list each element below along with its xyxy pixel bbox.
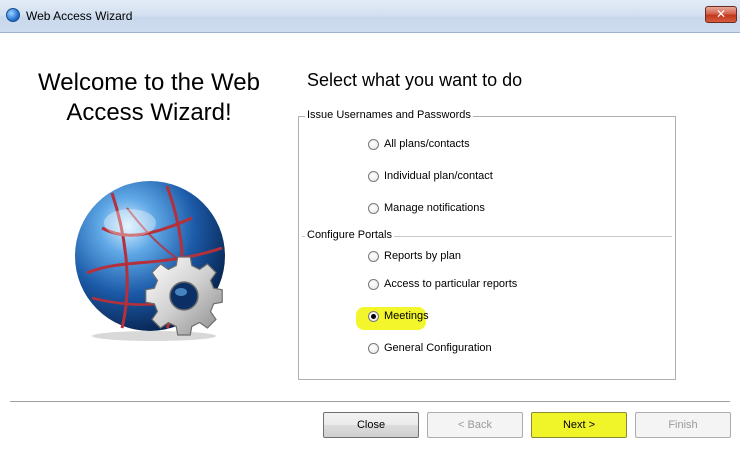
radio-label: Reports by plan <box>384 250 462 262</box>
welcome-line-2: Access Wizard! <box>66 99 232 126</box>
radio-meetings[interactable]: Meetings <box>368 308 429 324</box>
group-caption-issue: Issue Usernames and Passwords <box>305 109 473 121</box>
radio-label: Meetings <box>384 310 429 322</box>
radio-button[interactable] <box>368 170 379 182</box>
radio-all-plans[interactable]: All plans/contacts <box>368 136 470 152</box>
radio-manage-notifications[interactable]: Manage notifications <box>368 200 485 216</box>
radio-label: All plans/contacts <box>384 138 470 150</box>
radio-general-configuration[interactable]: General Configuration <box>368 340 492 356</box>
radio-label: Individual plan/contact <box>384 170 493 182</box>
radio-button[interactable] <box>368 250 379 262</box>
app-globe-icon <box>6 8 20 22</box>
radio-button[interactable] <box>368 342 379 354</box>
next-button[interactable]: Next > <box>531 412 627 438</box>
finish-button[interactable]: Finish <box>635 412 731 438</box>
radio-button[interactable] <box>368 202 379 214</box>
window-title: Web Access Wizard <box>26 9 133 23</box>
radio-button-checked[interactable] <box>368 310 379 322</box>
radio-individual-plan[interactable]: Individual plan/contact <box>368 168 493 184</box>
radio-button[interactable] <box>368 138 379 150</box>
radio-label: Access to particular reports <box>384 278 518 290</box>
bottom-divider <box>10 401 730 403</box>
group-caption-configure: Configure Portals <box>305 229 394 241</box>
radio-label: General Configuration <box>384 342 492 354</box>
close-button[interactable]: Close <box>323 412 419 438</box>
window-close-button[interactable]: ✕ <box>705 6 737 23</box>
radio-access-reports[interactable]: Access to particular reports <box>368 276 517 292</box>
radio-label: Manage notifications <box>384 202 485 214</box>
back-button[interactable]: < Back <box>427 412 523 438</box>
welcome-line-1: Welcome to the Web <box>38 69 260 96</box>
radio-reports-by-plan[interactable]: Reports by plan <box>368 248 461 264</box>
welcome-heading: Welcome to the Web Access Wizard! <box>20 68 278 128</box>
title-bar[interactable]: Web Access Wizard ✕ <box>0 0 740 33</box>
globe-gear-icon <box>72 178 232 343</box>
select-heading: Select what you want to do <box>307 70 523 90</box>
radio-button[interactable] <box>368 278 379 290</box>
